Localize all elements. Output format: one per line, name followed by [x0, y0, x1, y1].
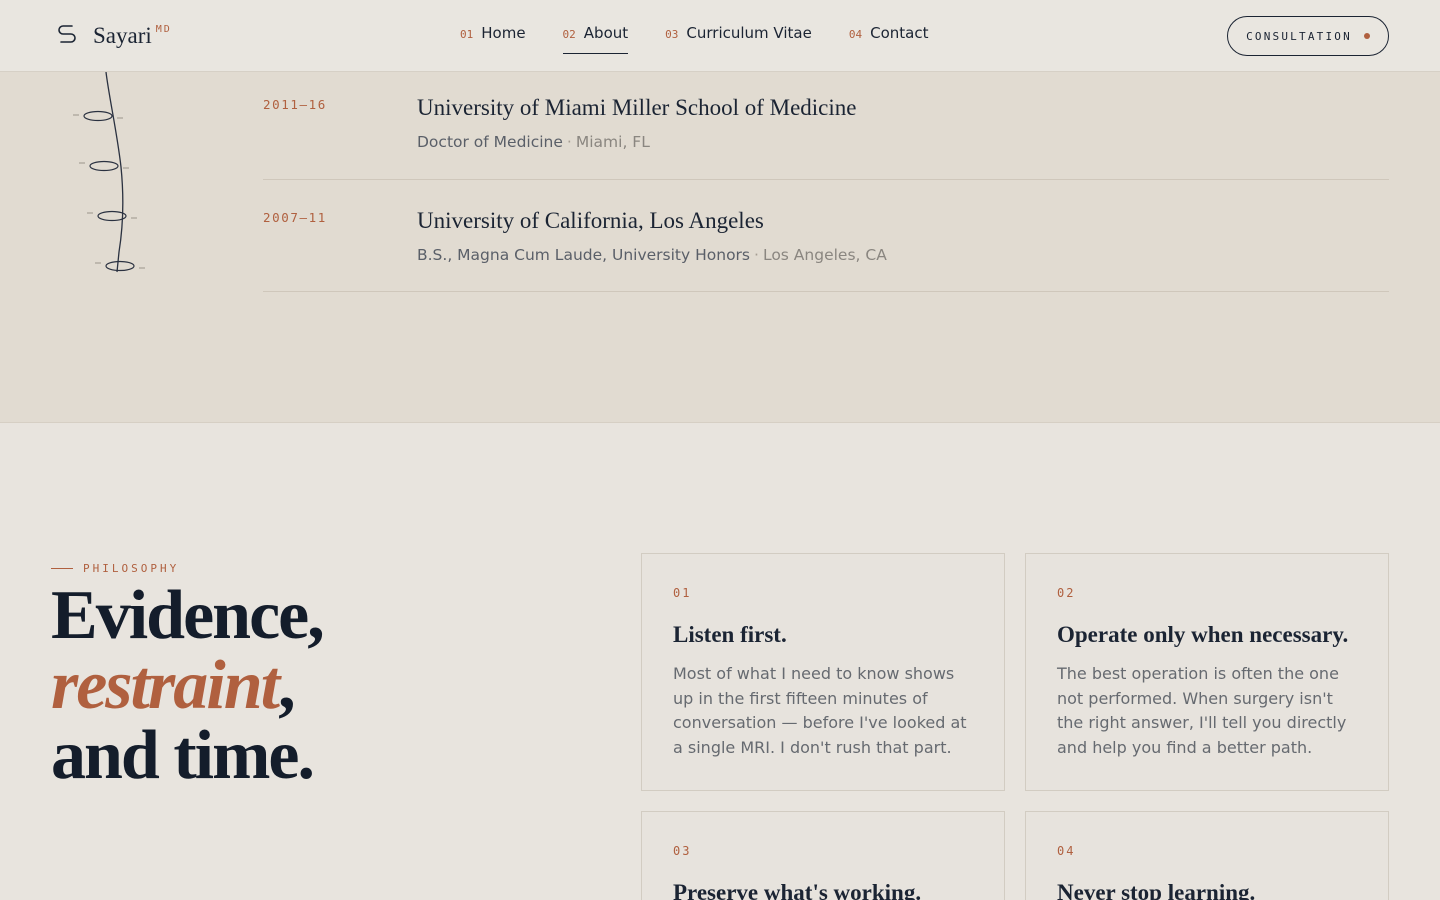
card-number: 04 — [1057, 844, 1076, 858]
nav-number: 03 — [665, 28, 679, 41]
eyebrow-rule — [51, 568, 73, 569]
education-section: 2011–16 University of Miami Miller Schoo… — [0, 72, 1440, 423]
nav-number: 01 — [460, 28, 474, 41]
headline-line-2: restraint, — [51, 651, 323, 721]
consultation-button[interactable]: CONSULTATION — [1227, 16, 1389, 56]
nav-item-curriculum-vitae[interactable]: 03 Curriculum Vitae — [665, 24, 812, 54]
card-number: 03 — [673, 844, 692, 858]
site-header: Sayari MD 01 Home 02 About 03 Curriculum… — [0, 0, 1440, 72]
headline-comma: , — [278, 647, 295, 724]
nav-item-home[interactable]: 01 Home — [460, 24, 526, 54]
eyebrow-label: PHILOSOPHY — [83, 562, 180, 575]
card-number: 02 — [1057, 586, 1076, 600]
education-location: Los Angeles, CA — [762, 246, 887, 264]
headline-accent-word: restraint — [51, 647, 280, 724]
philosophy-card: 03 Preserve what's working. — [641, 811, 1005, 900]
logo-link[interactable]: Sayari MD — [55, 22, 172, 50]
logo-name: Sayari — [93, 23, 152, 48]
philosophy-eyebrow: PHILOSOPHY — [51, 562, 179, 575]
education-school: University of Miami Miller School of Med… — [417, 95, 857, 120]
card-body: Most of what I need to know shows up in … — [673, 664, 967, 757]
card-title: Listen first. — [673, 622, 787, 647]
card-title: Preserve what's working. — [673, 880, 922, 900]
consultation-button-label: CONSULTATION — [1246, 29, 1352, 43]
education-entry: 2011–16 University of Miami Miller Schoo… — [263, 72, 1389, 180]
headline-line-3: and time. — [51, 717, 315, 794]
nav-item-contact[interactable]: 04 Contact — [849, 24, 929, 54]
card-title: Never stop learning. — [1057, 880, 1256, 900]
card-body: The best operation is often the one not … — [1057, 664, 1347, 757]
spine-illustration-icon — [73, 72, 145, 273]
main-nav: 01 Home 02 About 03 Curriculum Vitae 04 … — [460, 24, 928, 54]
education-degree: Doctor of Medicine — [417, 133, 563, 151]
education-detail: Doctor of Medicine · Miami, FL — [417, 133, 650, 151]
card-number: 01 — [673, 586, 692, 600]
logo-mark-icon — [58, 25, 76, 43]
education-years: 2007–11 — [263, 210, 327, 225]
logo-suffix: MD — [155, 24, 172, 35]
philosophy-headline: Evidence, restraint, and time. — [51, 577, 325, 794]
separator-dot: · — [566, 133, 572, 151]
education-detail: B.S., Magna Cum Laude, University Honors… — [417, 246, 887, 264]
philosophy-card: 02 Operate only when necessary. The best… — [1025, 553, 1389, 791]
education-location: Miami, FL — [575, 133, 650, 151]
nav-label: Curriculum Vitae — [686, 24, 812, 42]
nav-item-about[interactable]: 02 About — [562, 24, 629, 54]
nav-label: Contact — [870, 24, 929, 42]
education-years: 2011–16 — [263, 97, 327, 112]
status-dot-icon — [1363, 33, 1370, 39]
philosophy-card: 01 Listen first. Most of what I need to … — [641, 553, 1005, 791]
nav-label: About — [583, 24, 629, 42]
card-title: Operate only when necessary. — [1057, 622, 1349, 647]
education-school: University of California, Los Angeles — [417, 208, 764, 233]
headline-line-1: Evidence, — [51, 577, 325, 654]
nav-number: 04 — [848, 28, 863, 41]
education-entry: 2007–11 University of California, Los An… — [263, 180, 1389, 292]
education-degree: B.S., Magna Cum Laude, University Honors — [417, 246, 751, 264]
nav-number: 02 — [562, 28, 576, 41]
philosophy-card: 04 Never stop learning. — [1025, 811, 1389, 900]
nav-label: Home — [481, 24, 526, 42]
separator-dot: · — [754, 246, 759, 264]
